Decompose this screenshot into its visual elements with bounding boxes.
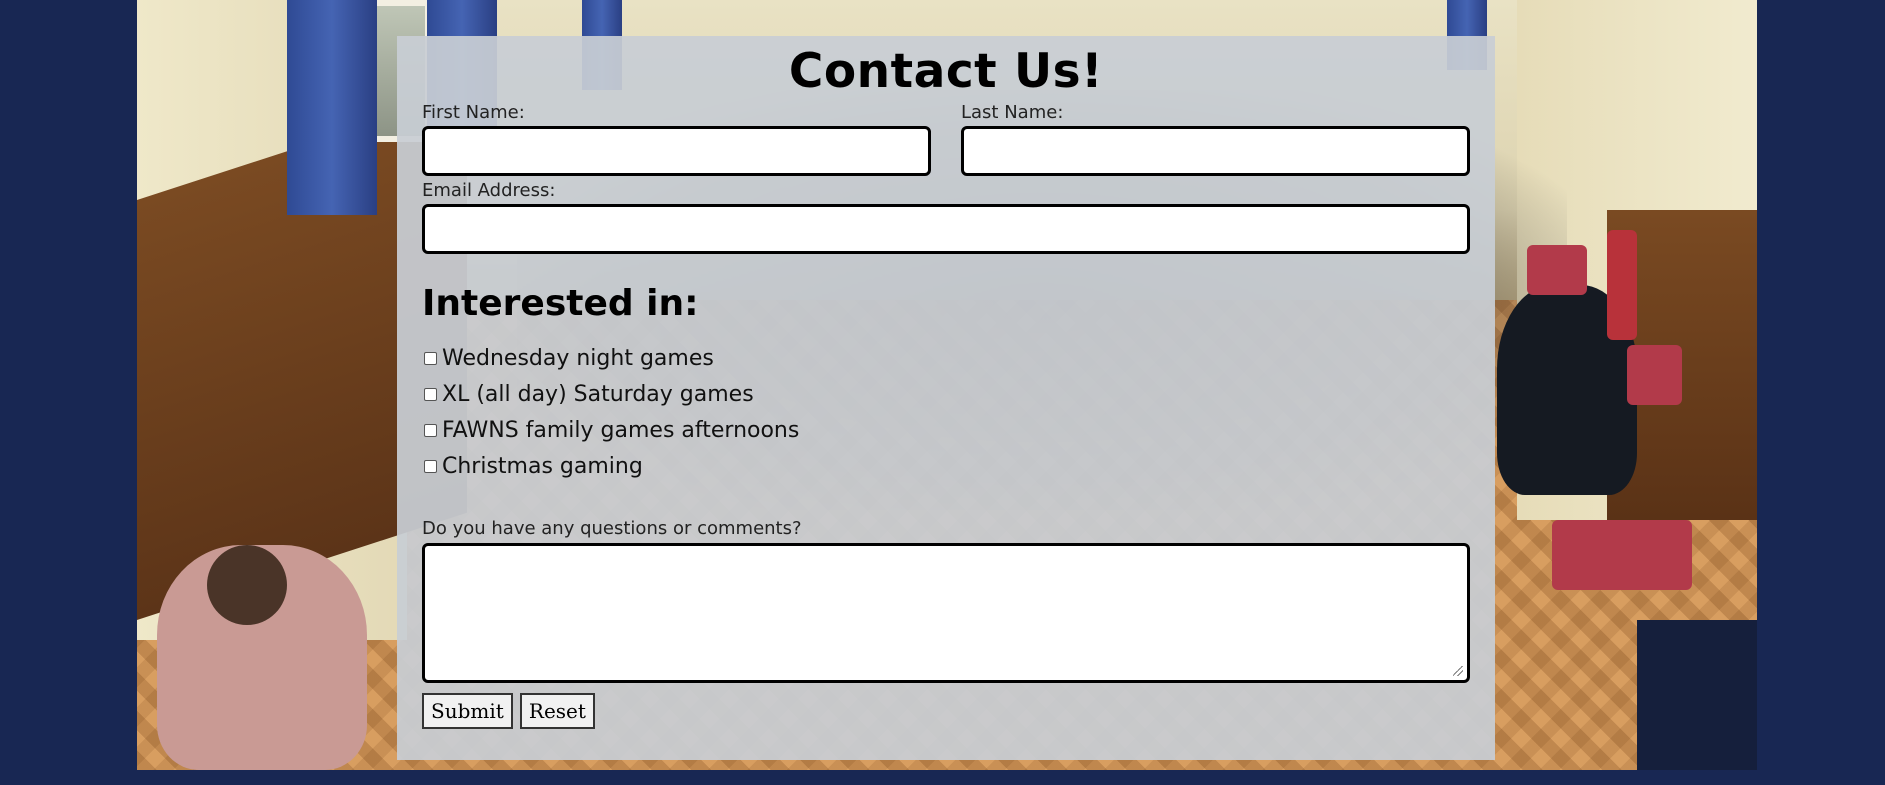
comments-label: Do you have any questions or comments? bbox=[422, 518, 802, 539]
submit-button[interactable]: Submit bbox=[422, 693, 513, 729]
email-field[interactable] bbox=[422, 204, 1470, 254]
chair-1 bbox=[1552, 520, 1692, 590]
dark-strip bbox=[1637, 620, 1757, 770]
curtain-left-1 bbox=[287, 0, 377, 215]
email-label: Email Address: bbox=[422, 180, 556, 201]
resize-handle-icon[interactable] bbox=[1453, 666, 1463, 676]
interest-option[interactable]: FAWNS family games afternoons bbox=[422, 412, 1470, 448]
chair-2 bbox=[1627, 345, 1682, 405]
interest-label: Christmas gaming bbox=[442, 453, 643, 479]
interests-heading: Interested in: bbox=[422, 283, 699, 324]
interest-option[interactable]: Wednesday night games bbox=[422, 340, 1470, 376]
checkbox-christmas[interactable] bbox=[424, 459, 437, 473]
chair-3 bbox=[1527, 245, 1587, 295]
checkbox-wednesday[interactable] bbox=[424, 351, 437, 365]
interest-label: XL (all day) Saturday games bbox=[442, 381, 754, 407]
interest-option[interactable]: XL (all day) Saturday games bbox=[422, 376, 1470, 412]
interest-option[interactable]: Christmas gaming bbox=[422, 448, 1470, 484]
contact-form: Contact Us! First Name: Last Name: Email… bbox=[397, 36, 1495, 760]
interest-label: FAWNS family games afternoons bbox=[442, 417, 800, 443]
first-name-label: First Name: bbox=[422, 102, 525, 123]
checkbox-fawns[interactable] bbox=[424, 423, 437, 437]
last-name-label: Last Name: bbox=[961, 102, 1064, 123]
last-name-field[interactable] bbox=[961, 126, 1470, 176]
fire-extinguisher bbox=[1607, 230, 1637, 340]
checkbox-xl-saturday[interactable] bbox=[424, 387, 437, 401]
comments-textarea[interactable] bbox=[422, 543, 1470, 683]
person-head-left bbox=[207, 545, 287, 625]
page-title: Contact Us! bbox=[788, 44, 1104, 99]
first-name-field[interactable] bbox=[422, 126, 931, 176]
interests-list: Wednesday night games XL (all day) Satur… bbox=[422, 340, 1470, 484]
interest-label: Wednesday night games bbox=[442, 345, 714, 371]
reset-button[interactable]: Reset bbox=[519, 693, 595, 729]
